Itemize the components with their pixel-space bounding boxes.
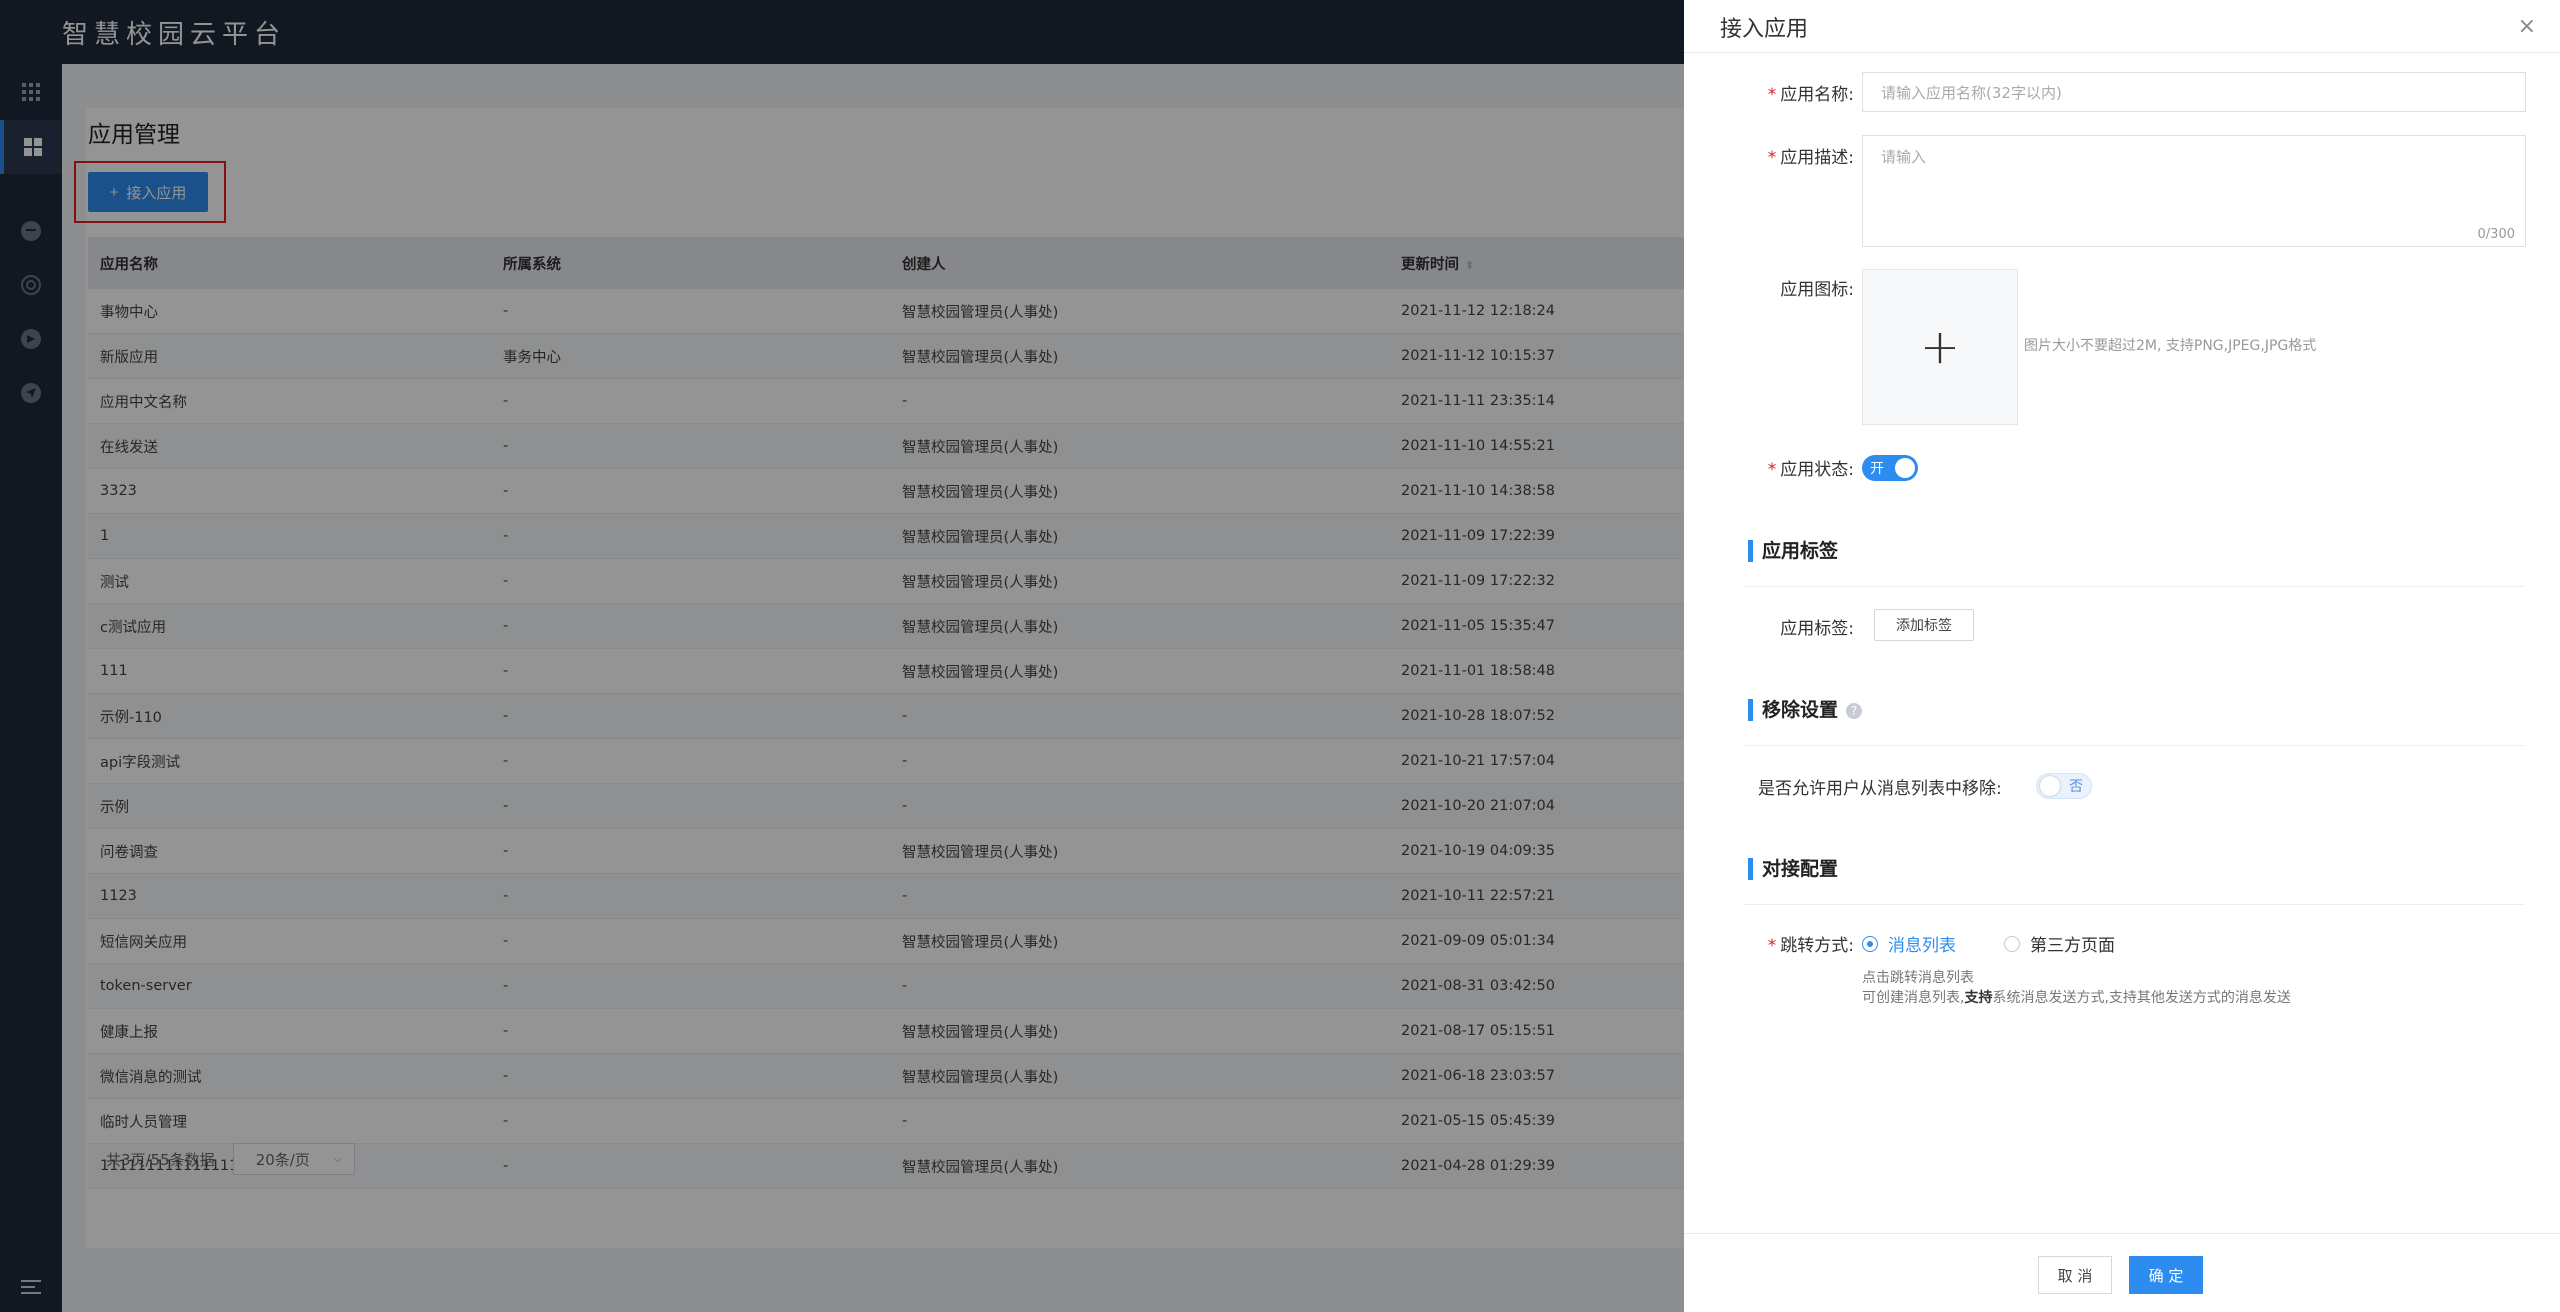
add-tag-button[interactable]: 添加标签 — [1874, 609, 1974, 641]
remove-label: 是否允许用户从消息列表中移除: — [1758, 779, 2002, 799]
app-icon-label: 应用图标: — [1780, 280, 1854, 300]
help-icon[interactable]: ? — [1846, 702, 1863, 719]
app-desc-textarea[interactable]: 请输入 0/300 — [1862, 135, 2526, 247]
plus-icon: + — [1919, 319, 1961, 375]
confirm-button[interactable]: 确 定 — [2129, 1256, 2203, 1294]
jump-note-line1: 点击跳转消息列表 — [1862, 970, 1974, 986]
status-switch[interactable]: 开 — [1862, 455, 1918, 481]
app-status-label: * 应用状态: — [1767, 460, 1854, 480]
radio-dot — [2004, 935, 2020, 952]
remove-section-title: 移除设置? — [1748, 699, 1863, 721]
divider — [1744, 586, 2524, 587]
drawer-footer: 取 消 确 定 — [1684, 1233, 2560, 1312]
upload-hint: 图片大小不要超过2M, 支持PNG,JPEG,JPG格式 — [2024, 338, 2317, 354]
switch-knob — [1895, 458, 1915, 478]
remove-switch[interactable]: 否 — [2036, 773, 2092, 799]
tags-section-title: 应用标签 — [1748, 540, 1838, 562]
divider — [1744, 745, 2524, 746]
jump-mode-label: * 跳转方式: — [1767, 936, 1854, 956]
docking-section-title: 对接配置 — [1748, 858, 1838, 880]
connect-app-drawer: 接入应用 × * 应用名称: 请输入应用名称(32字以内) * 应用描述: 请输入 … — [1684, 0, 2560, 1312]
char-counter: 0/300 — [2477, 227, 2515, 242]
icon-upload[interactable]: + — [1862, 269, 2018, 425]
drawer-title: 接入应用 — [1720, 17, 1809, 42]
app-name-input[interactable]: 请输入应用名称(32字以内) — [1862, 72, 2526, 112]
close-icon[interactable]: × — [2518, 16, 2536, 38]
app-desc-label: * 应用描述: — [1767, 148, 1854, 168]
modal-overlay[interactable] — [0, 0, 1684, 1312]
cancel-button[interactable]: 取 消 — [2038, 1256, 2112, 1294]
radio-dot — [1862, 935, 1878, 952]
divider — [1744, 904, 2524, 905]
drawer-header: 接入应用 × — [1684, 0, 2560, 53]
app-name-label: * 应用名称: — [1767, 85, 1854, 105]
radio-message-list[interactable]: 消息列表 — [1862, 931, 1956, 956]
switch-knob — [2040, 776, 2060, 796]
jump-note-line2: 可创建消息列表,支持系统消息发送方式,支持其他发送方式的消息发送 — [1862, 990, 2291, 1006]
radio-third-party-page[interactable]: 第三方页面 — [2004, 931, 2115, 956]
tags-label: 应用标签: — [1780, 619, 1854, 639]
